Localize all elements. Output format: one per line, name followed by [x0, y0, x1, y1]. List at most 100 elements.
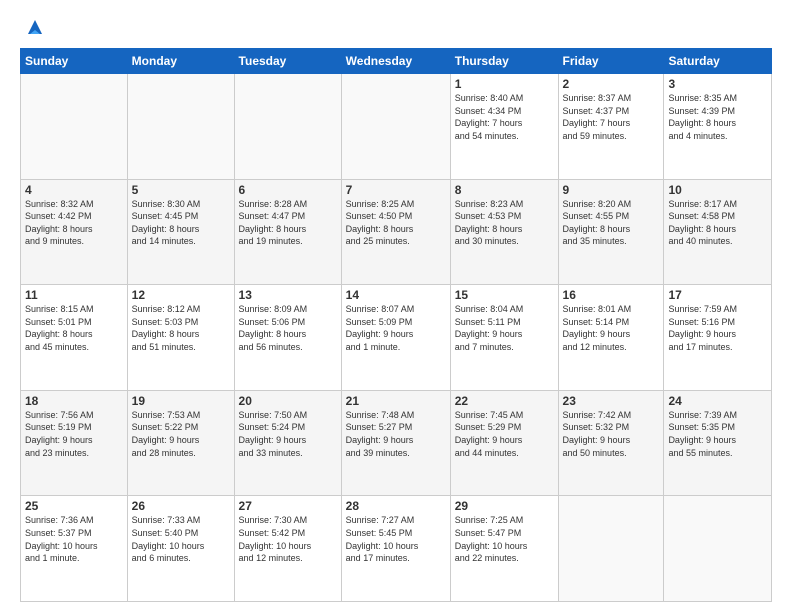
day-info: Sunrise: 8:04 AM Sunset: 5:11 PM Dayligh… [455, 303, 554, 353]
table-row: 10Sunrise: 8:17 AM Sunset: 4:58 PM Dayli… [664, 179, 772, 285]
day-number: 21 [346, 394, 446, 408]
table-row: 23Sunrise: 7:42 AM Sunset: 5:32 PM Dayli… [558, 390, 664, 496]
day-info: Sunrise: 8:12 AM Sunset: 5:03 PM Dayligh… [132, 303, 230, 353]
table-row [664, 496, 772, 602]
day-number: 22 [455, 394, 554, 408]
day-number: 16 [563, 288, 660, 302]
table-row: 4Sunrise: 8:32 AM Sunset: 4:42 PM Daylig… [21, 179, 128, 285]
table-row: 29Sunrise: 7:25 AM Sunset: 5:47 PM Dayli… [450, 496, 558, 602]
day-info: Sunrise: 8:01 AM Sunset: 5:14 PM Dayligh… [563, 303, 660, 353]
page: Sunday Monday Tuesday Wednesday Thursday… [0, 0, 792, 612]
col-monday: Monday [127, 49, 234, 74]
day-number: 11 [25, 288, 123, 302]
table-row: 2Sunrise: 8:37 AM Sunset: 4:37 PM Daylig… [558, 74, 664, 180]
table-row [558, 496, 664, 602]
day-info: Sunrise: 7:59 AM Sunset: 5:16 PM Dayligh… [668, 303, 767, 353]
col-thursday: Thursday [450, 49, 558, 74]
table-row: 22Sunrise: 7:45 AM Sunset: 5:29 PM Dayli… [450, 390, 558, 496]
table-row [127, 74, 234, 180]
day-number: 3 [668, 77, 767, 91]
day-info: Sunrise: 8:23 AM Sunset: 4:53 PM Dayligh… [455, 198, 554, 248]
table-row: 25Sunrise: 7:36 AM Sunset: 5:37 PM Dayli… [21, 496, 128, 602]
day-number: 8 [455, 183, 554, 197]
table-row: 1Sunrise: 8:40 AM Sunset: 4:34 PM Daylig… [450, 74, 558, 180]
table-row: 18Sunrise: 7:56 AM Sunset: 5:19 PM Dayli… [21, 390, 128, 496]
calendar-header-row: Sunday Monday Tuesday Wednesday Thursday… [21, 49, 772, 74]
day-number: 13 [239, 288, 337, 302]
table-row: 13Sunrise: 8:09 AM Sunset: 5:06 PM Dayli… [234, 285, 341, 391]
day-number: 15 [455, 288, 554, 302]
calendar-week-row: 1Sunrise: 8:40 AM Sunset: 4:34 PM Daylig… [21, 74, 772, 180]
day-number: 4 [25, 183, 123, 197]
day-number: 12 [132, 288, 230, 302]
day-info: Sunrise: 7:39 AM Sunset: 5:35 PM Dayligh… [668, 409, 767, 459]
day-number: 5 [132, 183, 230, 197]
day-number: 19 [132, 394, 230, 408]
day-number: 14 [346, 288, 446, 302]
day-info: Sunrise: 8:09 AM Sunset: 5:06 PM Dayligh… [239, 303, 337, 353]
col-friday: Friday [558, 49, 664, 74]
table-row: 16Sunrise: 8:01 AM Sunset: 5:14 PM Dayli… [558, 285, 664, 391]
table-row: 20Sunrise: 7:50 AM Sunset: 5:24 PM Dayli… [234, 390, 341, 496]
day-info: Sunrise: 7:25 AM Sunset: 5:47 PM Dayligh… [455, 514, 554, 564]
day-number: 17 [668, 288, 767, 302]
day-number: 24 [668, 394, 767, 408]
table-row: 17Sunrise: 7:59 AM Sunset: 5:16 PM Dayli… [664, 285, 772, 391]
table-row: 19Sunrise: 7:53 AM Sunset: 5:22 PM Dayli… [127, 390, 234, 496]
day-info: Sunrise: 8:17 AM Sunset: 4:58 PM Dayligh… [668, 198, 767, 248]
calendar-week-row: 11Sunrise: 8:15 AM Sunset: 5:01 PM Dayli… [21, 285, 772, 391]
table-row: 14Sunrise: 8:07 AM Sunset: 5:09 PM Dayli… [341, 285, 450, 391]
calendar-week-row: 4Sunrise: 8:32 AM Sunset: 4:42 PM Daylig… [21, 179, 772, 285]
header [20, 16, 772, 38]
day-number: 1 [455, 77, 554, 91]
table-row: 11Sunrise: 8:15 AM Sunset: 5:01 PM Dayli… [21, 285, 128, 391]
day-info: Sunrise: 7:30 AM Sunset: 5:42 PM Dayligh… [239, 514, 337, 564]
day-info: Sunrise: 8:35 AM Sunset: 4:39 PM Dayligh… [668, 92, 767, 142]
day-info: Sunrise: 8:20 AM Sunset: 4:55 PM Dayligh… [563, 198, 660, 248]
day-number: 25 [25, 499, 123, 513]
day-info: Sunrise: 7:27 AM Sunset: 5:45 PM Dayligh… [346, 514, 446, 564]
day-info: Sunrise: 7:42 AM Sunset: 5:32 PM Dayligh… [563, 409, 660, 459]
day-info: Sunrise: 7:33 AM Sunset: 5:40 PM Dayligh… [132, 514, 230, 564]
day-info: Sunrise: 7:48 AM Sunset: 5:27 PM Dayligh… [346, 409, 446, 459]
table-row: 24Sunrise: 7:39 AM Sunset: 5:35 PM Dayli… [664, 390, 772, 496]
day-number: 29 [455, 499, 554, 513]
day-info: Sunrise: 8:28 AM Sunset: 4:47 PM Dayligh… [239, 198, 337, 248]
day-number: 10 [668, 183, 767, 197]
table-row [234, 74, 341, 180]
table-row [21, 74, 128, 180]
table-row: 3Sunrise: 8:35 AM Sunset: 4:39 PM Daylig… [664, 74, 772, 180]
day-number: 27 [239, 499, 337, 513]
table-row: 15Sunrise: 8:04 AM Sunset: 5:11 PM Dayli… [450, 285, 558, 391]
day-info: Sunrise: 7:53 AM Sunset: 5:22 PM Dayligh… [132, 409, 230, 459]
day-number: 28 [346, 499, 446, 513]
day-number: 2 [563, 77, 660, 91]
table-row: 12Sunrise: 8:12 AM Sunset: 5:03 PM Dayli… [127, 285, 234, 391]
day-number: 23 [563, 394, 660, 408]
day-info: Sunrise: 8:40 AM Sunset: 4:34 PM Dayligh… [455, 92, 554, 142]
day-info: Sunrise: 8:07 AM Sunset: 5:09 PM Dayligh… [346, 303, 446, 353]
table-row: 6Sunrise: 8:28 AM Sunset: 4:47 PM Daylig… [234, 179, 341, 285]
calendar-week-row: 18Sunrise: 7:56 AM Sunset: 5:19 PM Dayli… [21, 390, 772, 496]
calendar-week-row: 25Sunrise: 7:36 AM Sunset: 5:37 PM Dayli… [21, 496, 772, 602]
day-number: 9 [563, 183, 660, 197]
col-saturday: Saturday [664, 49, 772, 74]
day-info: Sunrise: 7:50 AM Sunset: 5:24 PM Dayligh… [239, 409, 337, 459]
table-row: 9Sunrise: 8:20 AM Sunset: 4:55 PM Daylig… [558, 179, 664, 285]
table-row: 28Sunrise: 7:27 AM Sunset: 5:45 PM Dayli… [341, 496, 450, 602]
calendar: Sunday Monday Tuesday Wednesday Thursday… [20, 48, 772, 602]
table-row: 21Sunrise: 7:48 AM Sunset: 5:27 PM Dayli… [341, 390, 450, 496]
col-tuesday: Tuesday [234, 49, 341, 74]
day-info: Sunrise: 7:36 AM Sunset: 5:37 PM Dayligh… [25, 514, 123, 564]
table-row [341, 74, 450, 180]
table-row: 27Sunrise: 7:30 AM Sunset: 5:42 PM Dayli… [234, 496, 341, 602]
day-number: 26 [132, 499, 230, 513]
day-number: 6 [239, 183, 337, 197]
logo [20, 16, 46, 38]
table-row: 8Sunrise: 8:23 AM Sunset: 4:53 PM Daylig… [450, 179, 558, 285]
col-wednesday: Wednesday [341, 49, 450, 74]
table-row: 26Sunrise: 7:33 AM Sunset: 5:40 PM Dayli… [127, 496, 234, 602]
day-number: 20 [239, 394, 337, 408]
day-info: Sunrise: 8:25 AM Sunset: 4:50 PM Dayligh… [346, 198, 446, 248]
day-info: Sunrise: 8:15 AM Sunset: 5:01 PM Dayligh… [25, 303, 123, 353]
